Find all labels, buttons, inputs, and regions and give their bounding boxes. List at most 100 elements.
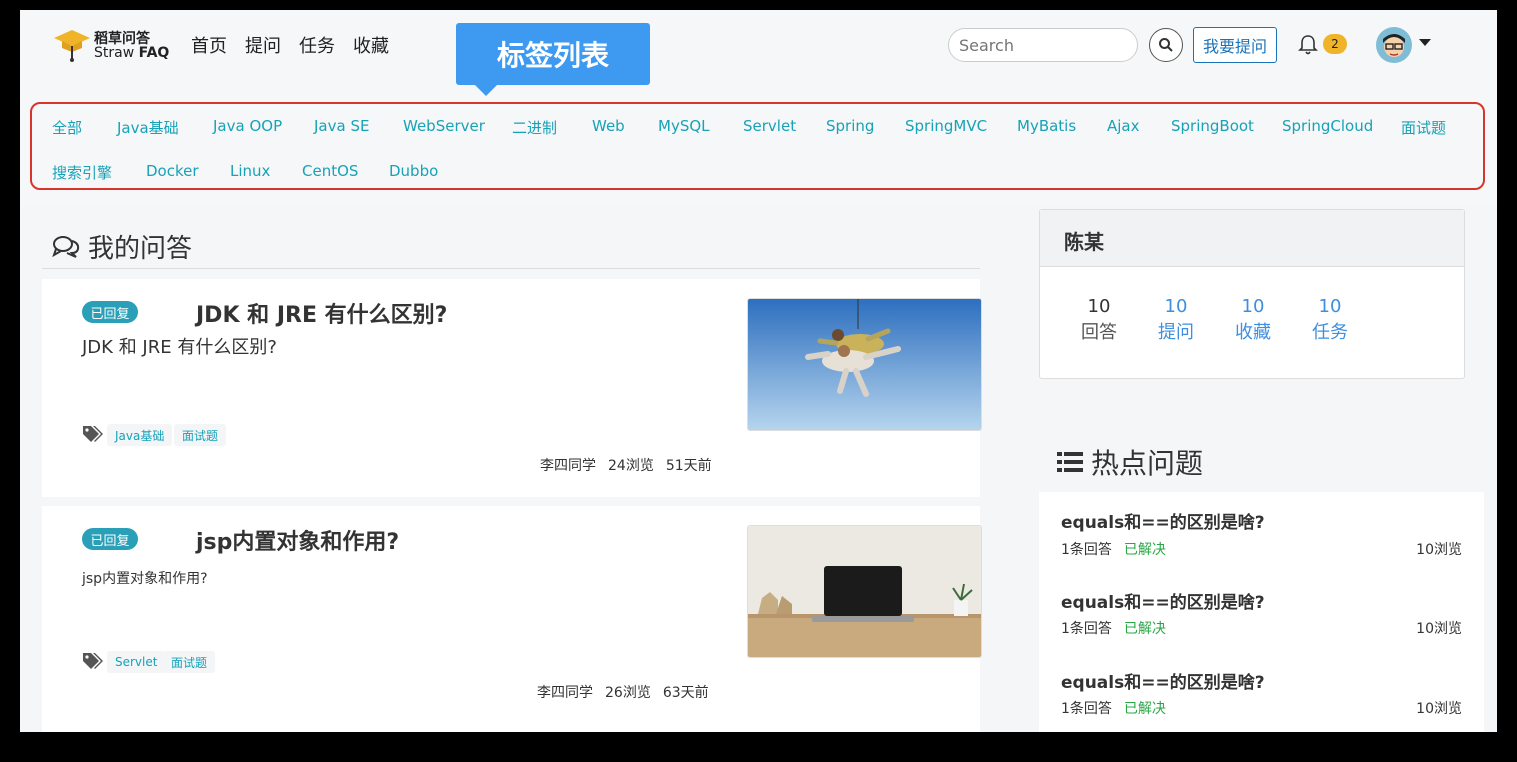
tags-icon — [83, 653, 103, 669]
tag-link[interactable]: 面试题 — [1401, 117, 1446, 138]
stat-value: 10 — [1164, 296, 1188, 317]
stat-favorites[interactable]: 10 收藏 — [1218, 294, 1288, 346]
search-input[interactable] — [948, 28, 1138, 62]
stat-label: 任务 — [1312, 322, 1348, 343]
tag-link[interactable]: Web — [592, 117, 625, 135]
notification-count-badge: 2 — [1323, 34, 1347, 54]
main-nav: 首页 提问 任务 收藏 — [191, 32, 389, 58]
stat-label: 回答 — [1081, 322, 1117, 343]
tag-link[interactable]: 二进制 — [512, 117, 557, 138]
question-time: 63天前 — [662, 685, 709, 701]
ask-question-button[interactable]: 我要提问 — [1193, 27, 1277, 63]
tag-link[interactable]: Servlet — [743, 117, 796, 135]
tag-link[interactable]: 搜索引擎 — [52, 162, 112, 183]
search-button[interactable] — [1149, 28, 1183, 62]
tag-link[interactable]: Ajax — [1107, 117, 1140, 135]
question-thumbnail — [747, 298, 982, 431]
question-author[interactable]: 李四同学 — [540, 458, 596, 474]
question-views: 24浏览 — [608, 458, 654, 474]
question-card[interactable]: 已回复 jsp内置对象和作用? jsp内置对象和作用? Servlet 面试题 … — [42, 506, 982, 732]
status-badge: 已回复 — [82, 301, 138, 323]
nav-tasks[interactable]: 任务 — [299, 32, 335, 58]
tag-link[interactable]: WebServer — [403, 117, 485, 135]
question-author[interactable]: 李四同学 — [537, 685, 593, 701]
user-profile-card: 陈某 10 回答 10 提问 10 收藏 10 任务 — [1039, 209, 1465, 379]
hot-questions-title: 热点问题 — [1057, 442, 1203, 482]
tag-link[interactable]: SpringBoot — [1171, 117, 1254, 135]
stat-answers[interactable]: 10 回答 — [1064, 294, 1134, 346]
stat-tasks[interactable]: 10 任务 — [1295, 294, 1365, 346]
hot-question-title[interactable]: equals和==的区别是啥? — [1061, 588, 1265, 613]
hot-questions-list: equals和==的区别是啥? 1条回答 已解决 10浏览 equals和==的区… — [1039, 492, 1484, 732]
tag-link[interactable]: Java SE — [314, 117, 369, 135]
user-menu-caret-icon[interactable] — [1419, 39, 1431, 46]
nav-home[interactable]: 首页 — [191, 32, 227, 58]
tag-link[interactable]: Docker — [146, 162, 199, 180]
tags-tooltip: 标签列表 — [456, 23, 650, 85]
question-description: JDK 和 JRE 有什么区别? — [82, 337, 277, 358]
hot-question-title[interactable]: equals和==的区别是啥? — [1061, 508, 1265, 533]
nav-ask[interactable]: 提问 — [245, 32, 281, 58]
tag-link[interactable]: MySQL — [658, 117, 710, 135]
tag-link[interactable]: Dubbo — [389, 162, 438, 180]
page: 稻草问答 Straw FAQ 首页 提问 任务 收藏 我要提问 2 — [20, 10, 1497, 732]
hot-title-text: 热点问题 — [1091, 447, 1204, 480]
question-time: 51天前 — [665, 458, 712, 474]
tag-link[interactable]: CentOS — [302, 162, 358, 180]
hot-status: 已解决 — [1123, 542, 1166, 558]
brand-logo[interactable]: 稻草问答 Straw FAQ — [52, 26, 172, 66]
question-views: 26浏览 — [605, 685, 651, 701]
stat-value: 10 — [1087, 296, 1111, 317]
hot-status: 已解决 — [1123, 621, 1166, 637]
hot-question-meta: 1条回答 已解决 — [1061, 618, 1166, 638]
stat-value: 10 — [1241, 296, 1265, 317]
tag-link[interactable]: SpringCloud — [1282, 117, 1373, 135]
hot-answers: 1条回答 — [1061, 621, 1112, 637]
list-icon — [1057, 452, 1083, 472]
section-title-text: 我的问答 — [88, 234, 193, 264]
hot-views: 10浏览 — [1416, 701, 1462, 717]
user-card-header: 陈某 — [1040, 210, 1464, 267]
question-tag[interactable]: Servlet — [107, 651, 166, 673]
skydivers-image — [748, 299, 981, 430]
tooltip-arrow — [475, 85, 497, 96]
question-tag[interactable]: 面试题 — [163, 651, 216, 673]
divider — [42, 268, 980, 269]
question-tag[interactable]: Java基础 — [107, 424, 173, 446]
tag-link[interactable]: SpringMVC — [905, 117, 987, 135]
brand-en-bold: FAQ — [138, 45, 170, 61]
tag-link[interactable]: Linux — [230, 162, 270, 180]
tag-link[interactable]: MyBatis — [1017, 117, 1076, 135]
avatar-face-icon — [1383, 34, 1405, 57]
question-title[interactable]: JDK 和 JRE 有什么区别? — [196, 297, 447, 329]
notification-bell[interactable] — [1298, 34, 1318, 60]
hot-answers: 1条回答 — [1061, 701, 1112, 717]
tags-bar: 全部 Java基础 Java OOP Java SE WebServer 二进制… — [20, 82, 1497, 206]
user-name: 陈某 — [1064, 230, 1104, 254]
tag-link[interactable]: Spring — [826, 117, 874, 135]
laptop-image — [748, 526, 981, 657]
nav-favorites[interactable]: 收藏 — [353, 32, 389, 58]
hot-question-meta: 1条回答 已解决 — [1061, 539, 1166, 559]
question-meta: 李四同学 24浏览 51天前 — [540, 455, 712, 475]
question-card[interactable]: 已回复 JDK 和 JRE 有什么区别? JDK 和 JRE 有什么区别? Ja… — [42, 279, 982, 497]
user-avatar[interactable] — [1376, 27, 1412, 63]
tags-icon — [83, 426, 103, 442]
graduation-cap-icon — [54, 30, 90, 62]
tag-link[interactable]: 全部 — [52, 117, 82, 138]
hot-answers: 1条回答 — [1061, 542, 1112, 558]
hot-question-meta: 1条回答 已解决 — [1061, 698, 1166, 718]
question-thumbnail — [747, 525, 982, 658]
my-qa-title: 我的问答 — [52, 228, 192, 265]
brand-name-en: Straw FAQ — [94, 45, 169, 61]
brand-en-prefix: Straw — [94, 45, 139, 61]
search-icon — [1159, 38, 1173, 52]
tag-link[interactable]: Java基础 — [117, 117, 179, 138]
question-tag[interactable]: 面试题 — [174, 424, 227, 446]
stat-questions[interactable]: 10 提问 — [1141, 294, 1211, 346]
hot-question-title[interactable]: equals和==的区别是啥? — [1061, 668, 1265, 693]
tag-link[interactable]: Java OOP — [213, 117, 282, 135]
hot-views: 10浏览 — [1416, 542, 1462, 558]
question-title[interactable]: jsp内置对象和作用? — [196, 524, 399, 556]
bell-icon — [1298, 35, 1318, 55]
